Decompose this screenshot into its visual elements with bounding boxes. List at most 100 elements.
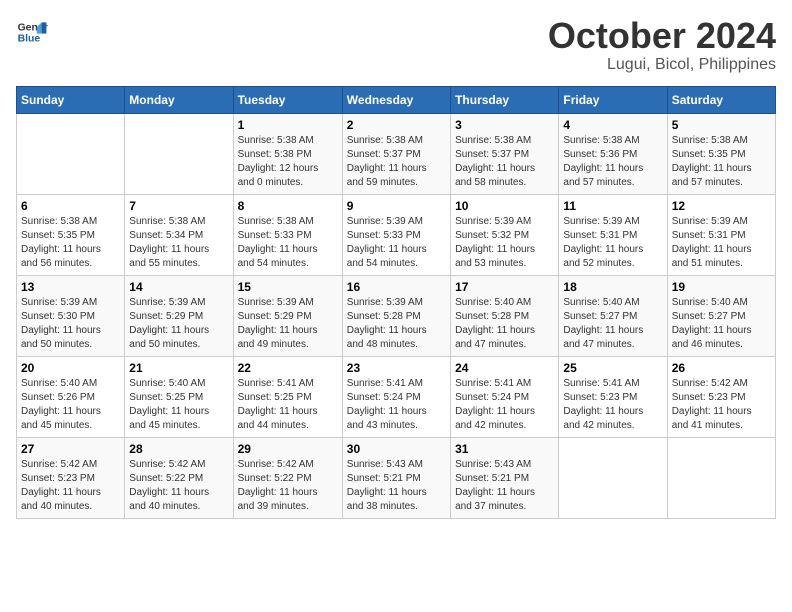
day-info: Sunrise: 5:43 AMSunset: 5:21 PMDaylight:… — [455, 458, 554, 514]
day-info: Sunrise: 5:41 AMSunset: 5:25 PMDaylight:… — [238, 377, 338, 433]
day-number: 13 — [21, 280, 120, 294]
day-number: 27 — [21, 442, 120, 456]
svg-text:Blue: Blue — [18, 34, 41, 45]
calendar-cell: 9 Sunrise: 5:39 AMSunset: 5:33 PMDaylight… — [342, 194, 450, 275]
calendar-cell — [125, 113, 233, 194]
col-friday: Friday — [559, 86, 667, 113]
calendar-week-1: 1Sunrise: 5:38 AMSunset: 5:38 PMDaylight… — [17, 113, 776, 194]
day-info: Sunrise: 5:38 AMSunset: 5:35 PMDaylight:… — [672, 134, 771, 190]
day-info: Sunrise: 5:38 AMSunset: 5:37 PMDaylight:… — [455, 134, 554, 190]
calendar-cell: 14 Sunrise: 5:39 AMSunset: 5:29 PMDayligh… — [125, 275, 233, 356]
day-number: 19 — [672, 280, 771, 294]
calendar-cell: 8 Sunrise: 5:38 AMSunset: 5:33 PMDaylight… — [233, 194, 342, 275]
day-number: 31 — [455, 442, 554, 456]
page-subtitle: Lugui, Bicol, Philippines — [548, 56, 776, 74]
day-info: Sunrise: 5:39 AMSunset: 5:33 PMDaylight:… — [347, 215, 446, 271]
calendar-cell: 3 Sunrise: 5:38 AMSunset: 5:37 PMDaylight… — [451, 113, 559, 194]
calendar-table: Sunday Monday Tuesday Wednesday Thursday… — [16, 86, 776, 519]
calendar-week-3: 13 Sunrise: 5:39 AMSunset: 5:30 PMDayligh… — [17, 275, 776, 356]
calendar-header-row: Sunday Monday Tuesday Wednesday Thursday… — [17, 86, 776, 113]
day-info: Sunrise: 5:38 AMSunset: 5:37 PMDaylight:… — [347, 134, 446, 190]
day-number: 25 — [563, 361, 662, 375]
day-number: 7 — [129, 199, 228, 213]
day-info: Sunrise: 5:40 AMSunset: 5:27 PMDaylight:… — [563, 296, 662, 352]
day-info: Sunrise: 5:40 AMSunset: 5:28 PMDaylight:… — [455, 296, 554, 352]
day-info: Sunrise: 5:41 AMSunset: 5:24 PMDaylight:… — [455, 377, 554, 433]
day-info: Sunrise: 5:40 AMSunset: 5:25 PMDaylight:… — [129, 377, 228, 433]
day-number: 3 — [455, 118, 554, 132]
calendar-cell: 6Sunrise: 5:38 AMSunset: 5:35 PMDaylight… — [17, 194, 125, 275]
day-number: 18 — [563, 280, 662, 294]
page-title: October 2024 — [548, 16, 776, 56]
col-wednesday: Wednesday — [342, 86, 450, 113]
calendar-week-4: 20 Sunrise: 5:40 AMSunset: 5:26 PMDayligh… — [17, 356, 776, 437]
day-info: Sunrise: 5:43 AMSunset: 5:21 PMDaylight:… — [347, 458, 446, 514]
calendar-cell: 17 Sunrise: 5:40 AMSunset: 5:28 PMDayligh… — [451, 275, 559, 356]
day-number: 12 — [672, 199, 771, 213]
col-thursday: Thursday — [451, 86, 559, 113]
day-number: 29 — [238, 442, 338, 456]
page-header: General Blue October 2024 Lugui, Bicol, … — [16, 16, 776, 74]
day-info: Sunrise: 5:41 AMSunset: 5:24 PMDaylight:… — [347, 377, 446, 433]
day-number: 28 — [129, 442, 228, 456]
calendar-cell: 4Sunrise: 5:38 AMSunset: 5:36 PMDaylight… — [559, 113, 667, 194]
day-number: 14 — [129, 280, 228, 294]
day-number: 2 — [347, 118, 446, 132]
calendar-cell: 22 Sunrise: 5:41 AMSunset: 5:25 PMDayligh… — [233, 356, 342, 437]
day-info: Sunrise: 5:39 AMSunset: 5:28 PMDaylight:… — [347, 296, 446, 352]
day-info: Sunrise: 5:39 AMSunset: 5:32 PMDaylight:… — [455, 215, 554, 271]
calendar-cell: 10 Sunrise: 5:39 AMSunset: 5:32 PMDayligh… — [451, 194, 559, 275]
calendar-cell — [559, 437, 667, 518]
calendar-cell: 24Sunrise: 5:41 AMSunset: 5:24 PMDayligh… — [451, 356, 559, 437]
calendar-cell: 5 Sunrise: 5:38 AMSunset: 5:35 PMDaylight… — [667, 113, 775, 194]
day-info: Sunrise: 5:39 AMSunset: 5:29 PMDaylight:… — [238, 296, 338, 352]
col-monday: Monday — [125, 86, 233, 113]
day-info: Sunrise: 5:39 AMSunset: 5:29 PMDaylight:… — [129, 296, 228, 352]
day-number: 21 — [129, 361, 228, 375]
day-number: 26 — [672, 361, 771, 375]
calendar-week-2: 6Sunrise: 5:38 AMSunset: 5:35 PMDaylight… — [17, 194, 776, 275]
day-number: 17 — [455, 280, 554, 294]
calendar-cell: 20 Sunrise: 5:40 AMSunset: 5:26 PMDayligh… — [17, 356, 125, 437]
day-info: Sunrise: 5:42 AMSunset: 5:22 PMDaylight:… — [238, 458, 338, 514]
day-number: 30 — [347, 442, 446, 456]
day-info: Sunrise: 5:40 AMSunset: 5:27 PMDaylight:… — [672, 296, 771, 352]
calendar-cell: 19 Sunrise: 5:40 AMSunset: 5:27 PMDayligh… — [667, 275, 775, 356]
calendar-cell: 29 Sunrise: 5:42 AMSunset: 5:22 PMDayligh… — [233, 437, 342, 518]
day-number: 6 — [21, 199, 120, 213]
calendar-cell: 31 Sunrise: 5:43 AMSunset: 5:21 PMDayligh… — [451, 437, 559, 518]
calendar-cell: 15 Sunrise: 5:39 AMSunset: 5:29 PMDayligh… — [233, 275, 342, 356]
calendar-week-5: 27 Sunrise: 5:42 AMSunset: 5:23 PMDayligh… — [17, 437, 776, 518]
calendar-cell: 13 Sunrise: 5:39 AMSunset: 5:30 PMDayligh… — [17, 275, 125, 356]
day-number: 9 — [347, 199, 446, 213]
day-number: 16 — [347, 280, 446, 294]
calendar-cell: 27 Sunrise: 5:42 AMSunset: 5:23 PMDayligh… — [17, 437, 125, 518]
col-saturday: Saturday — [667, 86, 775, 113]
day-number: 20 — [21, 361, 120, 375]
day-info: Sunrise: 5:38 AMSunset: 5:33 PMDaylight:… — [238, 215, 338, 271]
day-info: Sunrise: 5:38 AMSunset: 5:34 PMDaylight:… — [129, 215, 228, 271]
day-number: 22 — [238, 361, 338, 375]
calendar-cell — [17, 113, 125, 194]
logo-icon: General Blue — [16, 16, 48, 48]
calendar-cell: 2 Sunrise: 5:38 AMSunset: 5:37 PMDaylight… — [342, 113, 450, 194]
day-number: 5 — [672, 118, 771, 132]
day-info: Sunrise: 5:42 AMSunset: 5:23 PMDaylight:… — [21, 458, 120, 514]
day-info: Sunrise: 5:38 AMSunset: 5:36 PMDaylight:… — [563, 134, 662, 190]
calendar-cell: 11Sunrise: 5:39 AMSunset: 5:31 PMDayligh… — [559, 194, 667, 275]
calendar-cell: 26Sunrise: 5:42 AMSunset: 5:23 PMDayligh… — [667, 356, 775, 437]
day-info: Sunrise: 5:38 AMSunset: 5:38 PMDaylight:… — [238, 134, 338, 190]
day-info: Sunrise: 5:39 AMSunset: 5:31 PMDaylight:… — [672, 215, 771, 271]
day-number: 8 — [238, 199, 338, 213]
col-sunday: Sunday — [17, 86, 125, 113]
day-info: Sunrise: 5:39 AMSunset: 5:30 PMDaylight:… — [21, 296, 120, 352]
calendar-cell — [667, 437, 775, 518]
col-tuesday: Tuesday — [233, 86, 342, 113]
day-info: Sunrise: 5:40 AMSunset: 5:26 PMDaylight:… — [21, 377, 120, 433]
day-number: 10 — [455, 199, 554, 213]
day-info: Sunrise: 5:42 AMSunset: 5:22 PMDaylight:… — [129, 458, 228, 514]
day-number: 15 — [238, 280, 338, 294]
calendar-cell: 30 Sunrise: 5:43 AMSunset: 5:21 PMDayligh… — [342, 437, 450, 518]
calendar-cell: 7 Sunrise: 5:38 AMSunset: 5:34 PMDaylight… — [125, 194, 233, 275]
calendar-cell: 16 Sunrise: 5:39 AMSunset: 5:28 PMDayligh… — [342, 275, 450, 356]
